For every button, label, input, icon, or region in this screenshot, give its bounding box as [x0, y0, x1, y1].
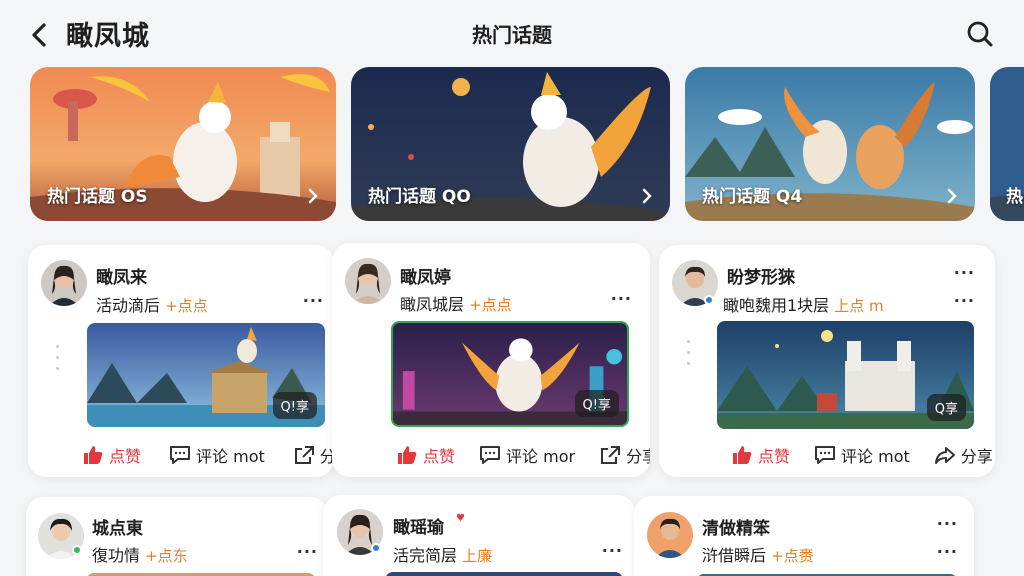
more-options-icon[interactable]: ···	[954, 263, 975, 282]
post-image[interactable]: Q!享	[391, 321, 629, 427]
page-title: 热门话题	[472, 23, 552, 47]
post-card[interactable]: 瞰凤来 活动滴后 +点点 ··· Q!享 点赞 评论 mot 分享	[28, 245, 334, 477]
post-image[interactable]	[385, 572, 623, 576]
post-location: 活动滴后	[96, 296, 161, 315]
post-tag: +点东	[145, 547, 188, 565]
share-badge[interactable]: Q!享	[574, 390, 619, 417]
post-card[interactable]: 盼梦形猍 ··· 瞰咆魏用1块层 上点 m ··· Q享 点赞 评论 mot 分…	[659, 245, 995, 477]
chevron-right-icon	[947, 188, 957, 204]
share-badge[interactable]: Q!享	[272, 392, 317, 419]
share-icon	[294, 446, 314, 464]
thumbs-up-icon	[733, 446, 752, 464]
like-button[interactable]: 点赞	[731, 443, 790, 467]
decorative-dots	[56, 345, 60, 378]
post-card[interactable]: 瞰凤婷 瞰凤城层 +点点 ··· Q!享 点赞 评论 mor 分享	[332, 243, 650, 477]
share-label: 分享	[960, 447, 993, 466]
banner-label: 热	[1006, 187, 1023, 207]
top-bar: 瞰凤城 热门话题	[0, 0, 1024, 64]
comment-button[interactable]: 评论 mot	[169, 443, 265, 467]
avatar[interactable]	[647, 512, 693, 558]
topic-banner-carousel[interactable]: 热门话题 OS 热门话题 QO 热门话题 Q4 热	[30, 67, 1024, 221]
post-location: 浒借瞬后	[702, 546, 767, 565]
post-tag: +点赉	[771, 547, 814, 565]
topic-banner[interactable]: 热门话题 Q4	[685, 67, 975, 221]
post-card[interactable]: 清做精笨 ··· 浒借瞬后 +点赉 ···	[634, 496, 974, 576]
like-button[interactable]: 点赞	[396, 443, 455, 467]
topic-banner[interactable]: 热	[990, 67, 1024, 221]
verified-badge-icon	[371, 543, 381, 553]
post-location: 復功情	[92, 546, 141, 565]
more-options-icon[interactable]: ···	[937, 542, 958, 561]
banner-label: 热门话题 OS	[47, 187, 148, 207]
search-icon[interactable]	[966, 20, 994, 48]
topic-banner[interactable]: 热门话题 OS	[30, 67, 336, 221]
comment-icon	[815, 446, 836, 464]
heart-icon: ♥	[456, 513, 465, 524]
post-tag: 上点 m	[834, 297, 884, 315]
comment-label: 评论 mot	[841, 447, 910, 466]
banner-label: 热门话题 Q4	[702, 187, 803, 207]
post-subtitle: 浒借瞬后 +点赉	[702, 542, 814, 566]
more-options-icon[interactable]: ···	[303, 291, 324, 310]
more-options-icon[interactable]: ···	[954, 291, 975, 310]
author-name[interactable]: 盼梦形猍	[727, 263, 795, 288]
comment-icon	[170, 446, 191, 464]
comment-label: 评论 mor	[506, 447, 576, 466]
banner-label: 热门话题 QO	[368, 187, 471, 207]
post-card[interactable]: 瞰瑶瑜 ♥ 活完简层 上廉 ···	[323, 495, 635, 576]
comment-label: 评论 mot	[196, 447, 265, 466]
post-location: 瞰凤城层	[400, 295, 465, 314]
share-icon	[601, 446, 621, 464]
like-label: 点赞	[109, 447, 142, 466]
post-subtitle: 活完简层 上廉	[393, 542, 492, 566]
post-subtitle: 活动滴后 +点点	[96, 292, 208, 316]
share-arrow-icon	[934, 447, 955, 464]
author-name[interactable]: 瞰凤婷	[400, 263, 451, 288]
decorative-dots	[687, 340, 691, 373]
like-label: 点赞	[758, 447, 791, 466]
post-actions: 点赞 评论 mor 分享	[396, 443, 650, 467]
post-card[interactable]: 城点東 復功情 +点东 ···	[26, 497, 328, 576]
more-options-icon[interactable]: ···	[611, 289, 632, 308]
comment-button[interactable]: 评论 mot	[814, 443, 910, 467]
more-options-icon[interactable]: ···	[937, 514, 958, 533]
post-actions: 点赞 评论 mot 分享	[731, 443, 993, 467]
verified-badge-icon	[72, 545, 82, 555]
thumbs-up-icon	[84, 446, 103, 464]
avatar[interactable]	[345, 258, 391, 304]
topic-banner[interactable]: 热门话题 QO	[351, 67, 670, 221]
author-name[interactable]: 清做精笨	[702, 514, 770, 539]
post-image[interactable]: Q!享	[87, 323, 325, 427]
like-button[interactable]: 点赞	[82, 443, 141, 467]
share-badge[interactable]: Q享	[926, 394, 966, 421]
share-label: 分享	[626, 447, 650, 466]
author-name[interactable]: 瞰凤来	[96, 263, 147, 288]
more-options-icon[interactable]: ···	[602, 541, 623, 560]
thumbs-up-icon	[398, 446, 417, 464]
post-tag: 上廉	[462, 547, 493, 565]
post-actions: 点赞 评论 mot 分享	[82, 443, 334, 467]
post-subtitle: 瞰咆魏用1块层 上点 m	[723, 292, 884, 316]
chevron-right-icon	[642, 188, 652, 204]
share-button[interactable]: 分享	[599, 443, 650, 467]
avatar[interactable]	[41, 260, 87, 306]
comment-icon	[480, 446, 501, 464]
verified-badge-icon	[704, 295, 714, 305]
author-name[interactable]: 瞰瑶瑜	[393, 513, 444, 538]
more-options-icon[interactable]: ···	[297, 542, 318, 561]
author-name[interactable]: 城点東	[92, 514, 143, 539]
share-button[interactable]: 分享	[293, 443, 334, 467]
post-tag: +点点	[469, 296, 512, 314]
chevron-right-icon	[308, 188, 318, 204]
like-label: 点赞	[423, 447, 456, 466]
post-location: 活完简层	[393, 546, 458, 565]
post-image[interactable]: Q享	[717, 321, 974, 429]
share-button[interactable]: 分享	[934, 443, 993, 467]
post-subtitle: 復功情 +点东	[92, 542, 188, 566]
post-subtitle: 瞰凤城层 +点点	[400, 291, 512, 315]
post-location: 瞰咆魏用1块层	[723, 296, 830, 315]
post-tag: +点点	[165, 297, 208, 315]
comment-button[interactable]: 评论 mor	[479, 443, 575, 467]
